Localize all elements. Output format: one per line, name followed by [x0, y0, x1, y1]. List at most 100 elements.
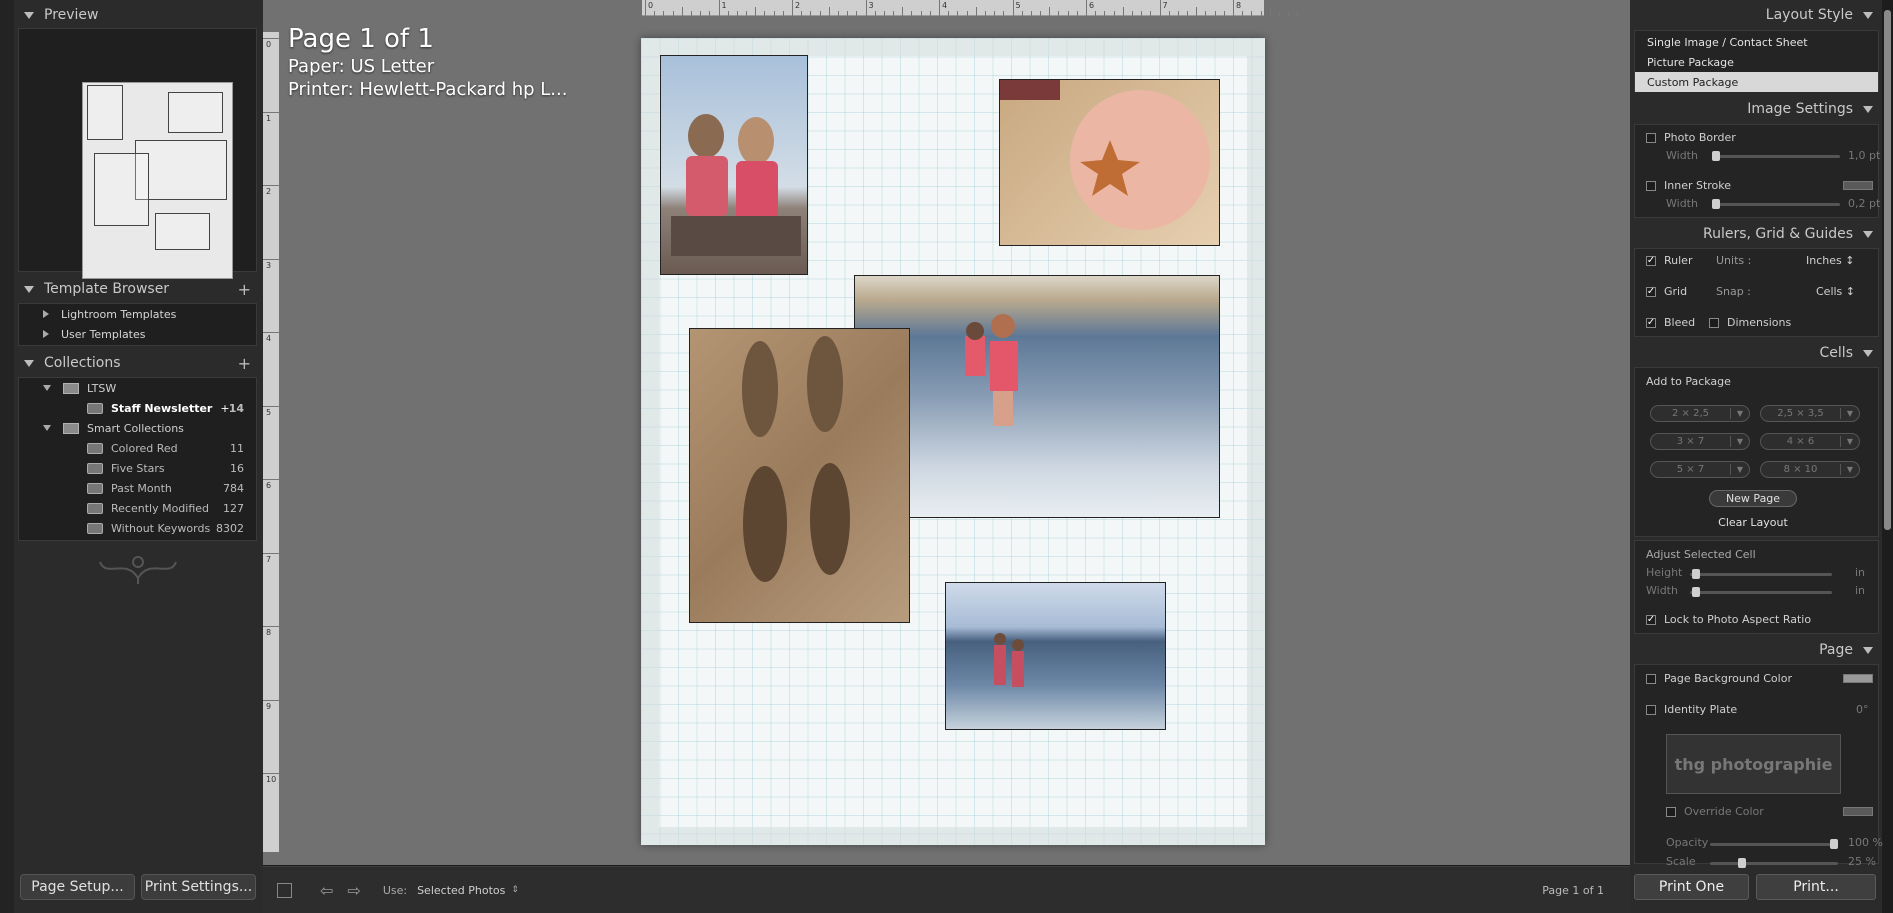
collection-item[interactable]: Recently Modified 127	[19, 498, 256, 518]
rulers-header[interactable]: Rulers, Grid & Guides	[1634, 222, 1879, 246]
slider-knob[interactable]	[1692, 587, 1700, 597]
collection-item[interactable]: Colored Red 11	[19, 438, 256, 458]
slider-knob[interactable]	[1830, 839, 1838, 849]
photo-cell-footprints[interactable]	[689, 328, 910, 623]
updown-arrows-icon[interactable]: ⇕	[511, 885, 519, 895]
collection-item[interactable]: Without Keywords 8302	[19, 518, 256, 538]
right-scrollbar-thumb[interactable]	[1884, 10, 1891, 530]
collapse-triangle-icon[interactable]	[24, 359, 34, 367]
opacity-slider[interactable]	[1710, 839, 1838, 849]
photo-cell-starfish[interactable]	[999, 79, 1220, 246]
collection-item[interactable]: Past Month 784	[19, 478, 256, 498]
horizontal-ruler[interactable]: 0 1 2 3 4 5 6 7 8	[642, 0, 1299, 16]
slider-knob[interactable]	[1692, 569, 1700, 579]
grid-checkbox[interactable]: ✓	[1646, 286, 1656, 297]
opacity-value[interactable]: 100 %	[1848, 836, 1883, 849]
collapse-triangle-icon[interactable]	[1863, 646, 1873, 654]
preview-header[interactable]: Preview	[18, 2, 257, 28]
dropdown-arrow-icon[interactable]: ▼	[1731, 409, 1749, 418]
photo-cell-girls-beach[interactable]	[660, 55, 808, 275]
ruler-minor-tick	[893, 11, 895, 16]
vertical-ruler[interactable]: 0 1 2 3 4 5 6 7 8 9 10	[263, 32, 279, 852]
photo-cell-sunset-waves[interactable]	[945, 582, 1166, 730]
identity-plate-checkbox[interactable]	[1646, 704, 1656, 715]
collection-set[interactable]: Smart Collections	[19, 418, 256, 438]
add-collection-icon[interactable]: +	[238, 354, 251, 373]
stroke-width-slider[interactable]	[1712, 199, 1840, 209]
cell-size-button-2.5x3.5[interactable]: 2,5 × 3,5 ▼	[1760, 405, 1860, 422]
dimensions-checkbox[interactable]	[1709, 317, 1719, 328]
print-settings-button[interactable]: Print Settings...	[141, 874, 256, 900]
inner-stroke-checkbox[interactable]	[1646, 180, 1656, 191]
template-folder[interactable]: Lightroom Templates	[19, 304, 256, 324]
scale-slider[interactable]	[1710, 858, 1838, 868]
slider-knob[interactable]	[1712, 199, 1720, 209]
page-setup-button[interactable]: Page Setup...	[20, 874, 135, 900]
expand-triangle-icon[interactable]	[43, 310, 49, 318]
template-folder[interactable]: User Templates	[19, 324, 256, 344]
dropdown-arrow-icon[interactable]: ▼	[1841, 437, 1859, 446]
use-selector[interactable]: Selected Photos	[417, 884, 505, 897]
collapse-triangle-icon[interactable]	[1863, 230, 1873, 238]
next-page-arrow-icon[interactable]: ⇨	[347, 881, 360, 900]
stroke-width-value[interactable]: 0,2 pt	[1848, 197, 1880, 210]
collapse-triangle-icon[interactable]	[24, 11, 34, 19]
slider-knob[interactable]	[1738, 858, 1746, 868]
dropdown-arrow-icon[interactable]: ▼	[1841, 409, 1859, 418]
show-toolbar-square-icon[interactable]	[277, 882, 292, 898]
collection-set[interactable]: LTSW	[19, 378, 256, 398]
bleed-checkbox[interactable]: ✓	[1646, 317, 1656, 328]
collection-item[interactable]: Five Stars 16	[19, 458, 256, 478]
collapse-triangle-icon[interactable]	[1863, 349, 1873, 357]
inner-stroke-color-swatch[interactable]	[1843, 181, 1873, 190]
ruler-checkbox[interactable]: ✓	[1646, 255, 1656, 266]
collections-header[interactable]: Collections +	[18, 350, 257, 376]
print-button[interactable]: Print...	[1756, 874, 1876, 900]
clear-layout-button[interactable]: Clear Layout	[1709, 514, 1797, 531]
dropdown-arrow-icon[interactable]: ▼	[1731, 465, 1749, 474]
cell-width-slider[interactable]	[1690, 587, 1832, 597]
dropdown-arrow-icon[interactable]: ▼	[1731, 437, 1749, 446]
cell-size-button-3x7[interactable]: 3 × 7 ▼	[1650, 433, 1750, 450]
expand-triangle-icon[interactable]	[43, 385, 51, 391]
collapse-triangle-icon[interactable]	[1863, 11, 1873, 19]
layout-option-custom-package[interactable]: Custom Package	[1635, 72, 1878, 92]
scale-value[interactable]: 25 %	[1848, 855, 1876, 868]
page-bg-color-checkbox[interactable]	[1646, 673, 1656, 684]
layout-option-picture-package[interactable]: Picture Package	[1635, 52, 1878, 72]
template-browser-header[interactable]: Template Browser +	[18, 276, 257, 302]
image-settings-header[interactable]: Image Settings	[1634, 97, 1879, 121]
collapse-triangle-icon[interactable]	[1863, 105, 1873, 113]
expand-triangle-icon[interactable]	[43, 425, 51, 431]
override-color-checkbox[interactable]	[1666, 806, 1676, 817]
page-bg-color-swatch[interactable]	[1843, 674, 1873, 683]
collapse-triangle-icon[interactable]	[24, 285, 34, 293]
cell-size-label: 2 × 2,5	[1651, 408, 1731, 419]
previous-page-arrow-icon[interactable]: ⇦	[320, 881, 333, 900]
new-page-button[interactable]: New Page	[1709, 490, 1797, 507]
layout-style-header[interactable]: Layout Style	[1634, 3, 1879, 27]
snap-select[interactable]: Cells ↕	[1816, 285, 1855, 298]
cell-size-button-4x6[interactable]: 4 × 6 ▼	[1760, 433, 1860, 450]
cell-size-button-8x10[interactable]: 8 × 10 ▼	[1760, 461, 1860, 478]
cell-size-button-5x7[interactable]: 5 × 7 ▼	[1650, 461, 1750, 478]
cell-size-button-2x2.5[interactable]: 2 × 2,5 ▼	[1650, 405, 1750, 422]
print-one-button[interactable]: Print One	[1634, 874, 1749, 900]
border-width-slider[interactable]	[1712, 151, 1840, 161]
collection-item[interactable]: Staff Newsletter +14	[19, 398, 256, 418]
identity-angle[interactable]: 0°	[1856, 703, 1869, 716]
slider-knob[interactable]	[1712, 151, 1720, 161]
lock-aspect-checkbox[interactable]: ✓	[1646, 614, 1656, 625]
add-template-icon[interactable]: +	[238, 280, 251, 299]
cell-height-slider[interactable]	[1690, 569, 1832, 579]
units-select[interactable]: Inches ↕	[1806, 254, 1854, 267]
dropdown-arrow-icon[interactable]: ▼	[1841, 465, 1859, 474]
page-section-header[interactable]: Page	[1634, 638, 1879, 662]
expand-triangle-icon[interactable]	[43, 330, 49, 338]
cells-header[interactable]: Cells	[1634, 341, 1879, 365]
override-color-swatch[interactable]	[1843, 807, 1873, 816]
photo-border-checkbox[interactable]	[1646, 132, 1656, 143]
border-width-value[interactable]: 1,0 pt	[1848, 149, 1880, 162]
identity-plate-preview[interactable]: thg photographie	[1666, 734, 1841, 794]
layout-option-single[interactable]: Single Image / Contact Sheet	[1635, 32, 1878, 52]
